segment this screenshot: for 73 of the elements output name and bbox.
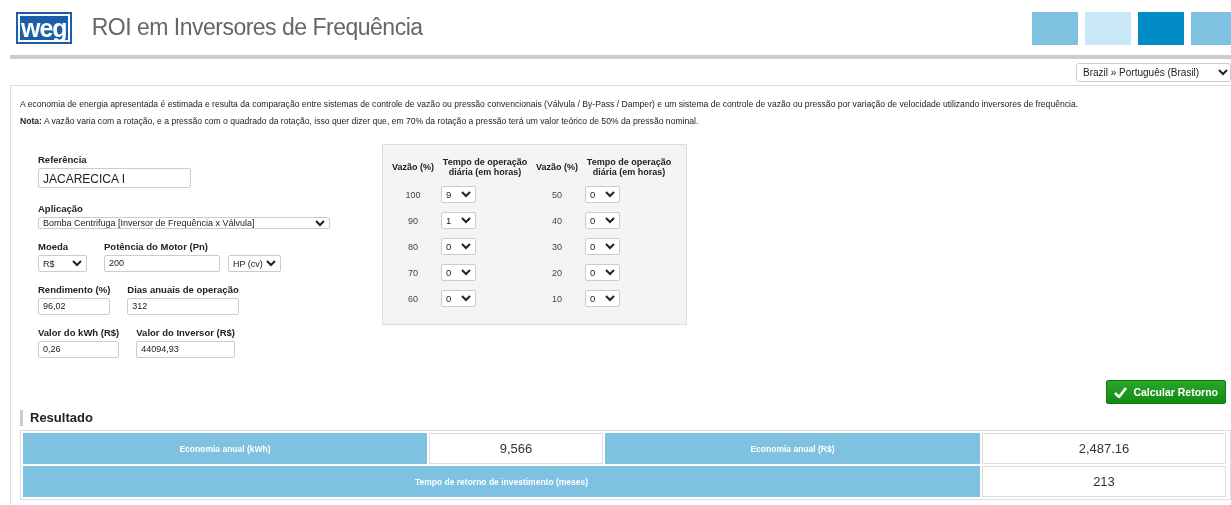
color-tile[interactable]	[1138, 12, 1184, 45]
dropdown[interactable]: 1	[441, 212, 476, 229]
input-field[interactable]: JACARECICA I	[38, 168, 191, 188]
info-text: Nota: A vazão varia com a rotação, e a pressão com o quadrado da rotação, isso quer dizer que, em 70% da rotação a pressão terá um valor teórico de 50% da pressão nominal.	[20, 116, 700, 126]
dropdown[interactable]: 0	[585, 186, 620, 203]
dropdown[interactable]: 0	[585, 290, 620, 307]
flow-value: 40	[551, 215, 563, 226]
flow-value: 90	[407, 215, 419, 226]
flow-value: 60	[407, 293, 419, 304]
dropdown[interactable]: HP (cv)	[228, 255, 281, 272]
result-value: 2,487.16	[982, 433, 1226, 464]
flow-value: 80	[407, 241, 419, 252]
dropdown[interactable]: Bomba Centrifuga [Inversor de Frequência x Válvula]	[38, 217, 330, 229]
dropdown[interactable]: 0	[585, 264, 620, 281]
checkmark-icon	[1114, 386, 1128, 398]
chevron-icon	[315, 219, 325, 227]
result-label: Tempo de retorno de investimento (meses)	[23, 466, 980, 497]
field-label: Dias anuais de operação	[127, 284, 239, 295]
flow-value: 50	[551, 189, 563, 200]
logo: weg	[16, 11, 72, 44]
chevron-icon	[461, 295, 471, 302]
color-tile[interactable]	[1191, 12, 1231, 45]
field-label: Referência	[38, 154, 88, 165]
dropdown[interactable]: R$	[38, 255, 87, 272]
chevron-icon	[461, 191, 471, 198]
field-label: Rendimento (%)	[38, 284, 111, 295]
chevron-icon	[605, 191, 615, 198]
result-value: 213	[982, 466, 1226, 497]
field-label: Aplicação	[38, 203, 84, 214]
result-value: 9,566	[429, 433, 603, 464]
input-field[interactable]: 312	[127, 298, 239, 315]
field-label: Valor do kWh (R$)	[38, 327, 120, 338]
section-title: Resultado	[20, 410, 93, 426]
info-text: A economia de energia apresentada é estimada e resulta da comparação entre sistemas de controle de vazão ou pressão convencionais (Válvula / By-Pass / Damper) e um sistema de controle de vazão ou pressão por variação de velocidade utilizando inversores de frequência.	[20, 99, 1080, 109]
chevron-icon	[461, 217, 471, 224]
dropdown[interactable]: 0	[441, 238, 476, 255]
dropdown[interactable]: 0	[585, 238, 620, 255]
color-tile[interactable]	[1085, 12, 1131, 45]
dropdown[interactable]: 0	[441, 264, 476, 281]
dropdown[interactable]: 0	[585, 212, 620, 229]
column-header: Vazão (%)	[535, 162, 579, 172]
field-label: Moeda	[38, 241, 70, 252]
input-field[interactable]: 200	[104, 255, 220, 272]
flow-value: 30	[551, 241, 563, 252]
chevron-icon	[1218, 69, 1228, 76]
column-header: Vazão (%)	[391, 162, 435, 172]
result-label: Economia anual (R$)	[605, 433, 980, 464]
chevron-icon	[605, 295, 615, 302]
dropdown[interactable]: 9	[441, 186, 476, 203]
input-field[interactable]: 96,02	[38, 298, 111, 315]
input-field[interactable]: 0,26	[38, 341, 120, 358]
chevron-icon	[266, 260, 276, 267]
field-label: Valor do Inversor (R$)	[136, 327, 236, 338]
chevron-icon	[605, 217, 615, 224]
field-label: Potência do Motor (Pn)	[104, 241, 209, 252]
chevron-icon	[72, 260, 82, 267]
flow-value: 10	[551, 293, 563, 304]
flow-value: 20	[551, 267, 563, 278]
page-title: ROI em Inversores de Frequência	[91, 14, 423, 41]
flow-value: 70	[407, 267, 419, 278]
input-field[interactable]: 44094,93	[136, 341, 236, 358]
chevron-icon	[461, 269, 471, 276]
chevron-icon	[461, 243, 471, 250]
chevron-icon	[605, 269, 615, 276]
chevron-icon	[605, 243, 615, 250]
calculate-button[interactable]: Calcular Retorno	[1106, 380, 1226, 404]
language-dropdown[interactable]: Brazil » Português (Brasil)	[1076, 63, 1231, 82]
column-header: Tempo de operação diária (em horas)	[585, 157, 673, 177]
dropdown[interactable]: 0	[441, 290, 476, 307]
flow-value: 100	[404, 189, 422, 200]
color-tile[interactable]	[1032, 12, 1078, 45]
result-label: Economia anual (kWh)	[23, 433, 427, 464]
column-header: Tempo de operação diária (em horas)	[441, 157, 529, 177]
